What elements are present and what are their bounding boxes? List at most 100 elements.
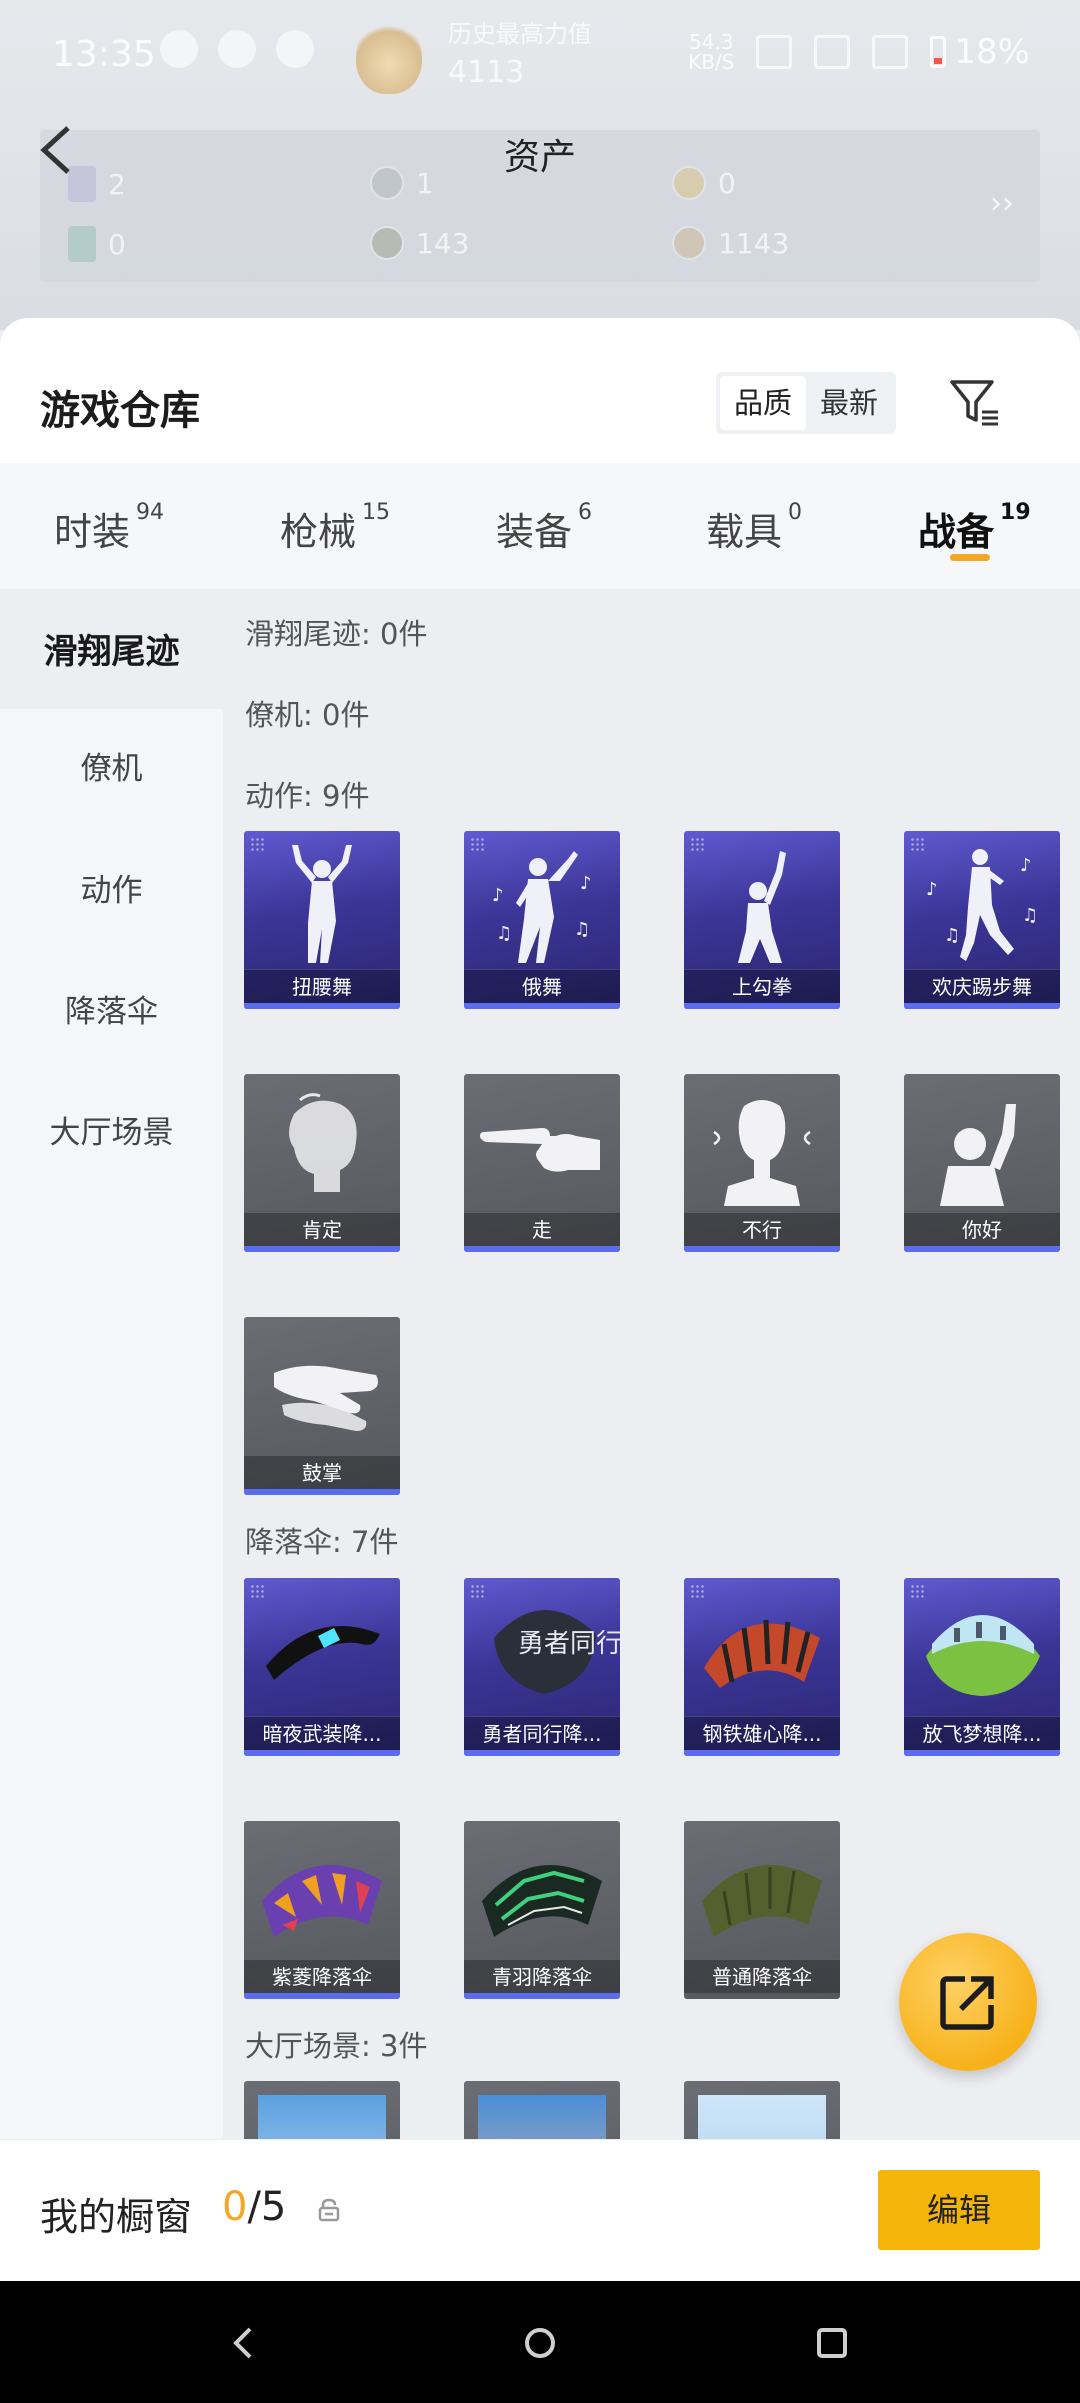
svg-text:♫: ♫ [574,919,590,940]
filter-button[interactable] [948,376,1000,428]
emote-item[interactable]: 不行 [684,1074,840,1252]
status-right-icons: 54.3 KB/S 18% [688,32,1030,72]
item-name: 勇者同行降... [464,1716,620,1750]
sky-thumbnail [258,2095,386,2139]
content-area: 滑翔尾迹 僚机 动作 降落伞 大厅场景 滑翔尾迹: 0件 僚机: 0件 动作: … [0,589,1080,2139]
tab-count: 0 [788,500,803,526]
lobby-scene-item[interactable] [684,2081,840,2139]
notification-icons [160,30,314,68]
section-label-wingman: 僚机: 0件 [245,698,370,732]
item-name: 扭腰舞 [244,969,400,1003]
page-title: 资产 [503,137,576,178]
dancer-silhouette-icon [292,845,352,963]
pointing-hand-icon [480,1128,600,1172]
share-export-icon [940,1976,994,2030]
lobby-scene-item[interactable] [244,2081,400,2139]
rarity-bar [904,1003,1060,1009]
warehouse-title: 游戏仓库 [40,388,200,434]
parachute-canopy-icon [704,1619,820,1688]
item-name: 肯定 [244,1212,400,1246]
item-name: 普通降落伞 [684,1959,840,1993]
item-name: 俄舞 [464,969,620,1003]
nav-recents-icon[interactable] [808,2319,856,2367]
parachute-canopy-icon [926,1615,1040,1696]
dancer-silhouette-icon: ♪ ♪ ♫ ♫ [926,849,1038,961]
svg-text:♪: ♪ [492,885,504,906]
asset-item: 143 [370,226,469,260]
emote-item[interactable]: ♪ ♪ ♫ ♫ 俄舞 [464,831,620,1009]
rarity-bar [244,1993,400,1999]
emote-item[interactable]: ♪ ♪ ♫ ♫ 欢庆踢步舞 [904,831,1060,1009]
asset-value: 143 [416,226,470,260]
rarity-bar [904,1750,1060,1756]
rarity-bar [904,1246,1060,1252]
showcase-total: /5 [247,2184,287,2230]
sub-category-sidebar: 滑翔尾迹 僚机 动作 降落伞 大厅场景 [0,589,223,2139]
svg-text:♫: ♫ [944,925,960,946]
item-name: 鼓掌 [244,1455,400,1489]
parachute-canopy-icon [482,1865,602,1937]
emote-item[interactable]: 鼓掌 [244,1317,400,1495]
parachute-item[interactable]: 青羽降落伞 [464,1821,620,1999]
tab-equipment[interactable]: 装备 6 [496,500,592,556]
item-name: 紫菱降落伞 [244,1959,400,1993]
parachute-canopy-icon: 勇者同行 [494,1609,620,1694]
parachute-item[interactable]: 钢铁雄心降... [684,1578,840,1756]
wechat-icon [276,30,314,68]
tab-weapons[interactable]: 枪械 15 [280,500,390,556]
sidebar-item-parachute[interactable]: 降落伞 [0,982,223,1042]
sidebar-item-emote[interactable]: 动作 [0,861,223,921]
tab-vehicles[interactable]: 载具 0 [706,500,803,556]
lobby-scene-item[interactable] [464,2081,620,2139]
rarity-bar [464,1246,620,1252]
sort-quality[interactable]: 品质 [720,376,807,430]
coin-icon [370,226,404,260]
net-speed-unit: KB/S [688,50,735,74]
dancer-silhouette-icon: ♪ ♪ ♫ ♫ [492,851,592,963]
nav-back-icon[interactable] [220,2319,268,2367]
mute-icon [756,35,793,69]
tab-label: 装备 [496,510,573,554]
asset-value: 0 [108,227,126,261]
rarity-bar [464,1003,620,1009]
sidebar-item-glide-trail[interactable]: 滑翔尾迹 [0,589,223,709]
parachute-item[interactable]: 勇者同行 勇者同行降... [464,1578,620,1756]
warehouse-sheet: 游戏仓库 品质 最新 时装 94 枪械 15 装备 6 载具 0 战备 19 滑… [0,318,1080,2403]
status-bar: 13:35 历史最高力值 4113 54.3 KB/S 18% [0,0,1080,110]
parachute-canopy-icon [266,1625,380,1680]
share-fab-button[interactable] [899,1933,1037,2071]
parachute-item[interactable]: 普通降落伞 [684,1821,840,1999]
sort-latest[interactable]: 最新 [806,376,892,430]
nav-home-icon[interactable] [516,2319,564,2367]
asset-item: 0 [68,226,126,262]
svg-text:♫: ♫ [496,923,512,944]
edit-button[interactable]: 编辑 [878,2170,1040,2250]
system-navigation-bar [0,2281,1080,2403]
tab-fashion[interactable]: 时装 94 [54,500,164,556]
nod-head-icon [289,1093,357,1192]
emote-item[interactable]: 上勾拳 [684,831,840,1009]
category-tabs: 时装 94 枪械 15 装备 6 载具 0 战备 19 [0,463,1080,589]
battery-level: 18% [954,32,1030,72]
item-name: 钢铁雄心降... [684,1716,840,1750]
emote-item[interactable]: 肯定 [244,1074,400,1252]
sidebar-item-wingman[interactable]: 僚机 [0,739,223,799]
parachute-art-text: 勇者同行 [518,1629,620,1659]
section-label-glide-trail: 滑翔尾迹: 0件 [245,617,428,651]
showcase-bar: 我的橱窗 0/5 编辑 [0,2139,1080,2281]
emote-item[interactable]: 扭腰舞 [244,831,400,1009]
chevron-right-icon: ›› [990,186,1014,221]
sidebar-item-lobby-scene[interactable]: 大厅场景 [0,1103,223,1163]
nfc-icon [814,35,851,69]
emote-item[interactable]: 走 [464,1074,620,1252]
svg-text:♪: ♪ [580,873,592,894]
showcase-count: 0/5 [222,2184,286,2230]
tab-battle-gear[interactable]: 战备 19 [918,500,1031,556]
parachute-item[interactable]: 紫菱降落伞 [244,1821,400,1999]
section-label-parachute: 降落伞: 7件 [245,1525,399,1559]
parachute-item[interactable]: 暗夜武装降... [244,1578,400,1756]
emote-item[interactable]: 你好 [904,1074,1060,1252]
net-speed: 54.3 KB/S [688,32,734,72]
parachute-item[interactable]: 放飞梦想降... [904,1578,1060,1756]
showcase-current: 0 [222,2184,248,2230]
